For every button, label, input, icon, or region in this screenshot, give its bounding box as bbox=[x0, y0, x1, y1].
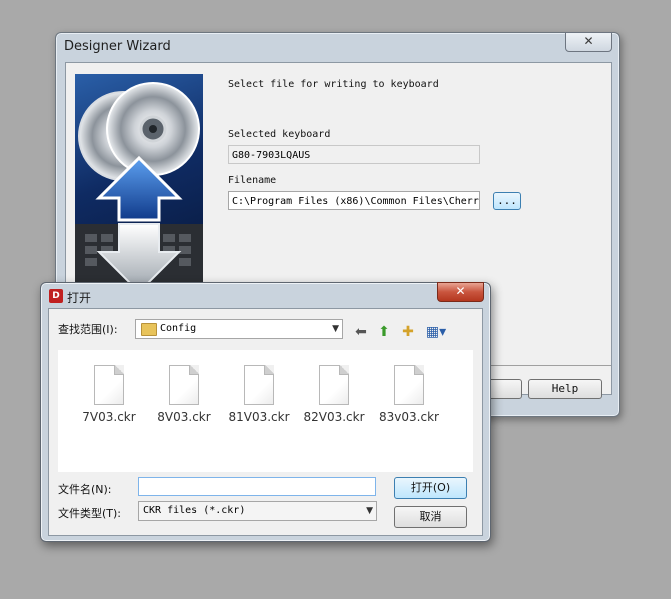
cancel-button[interactable]: 取消 bbox=[394, 506, 467, 528]
file-icon bbox=[319, 365, 349, 405]
chevron-down-icon: ▼ bbox=[366, 506, 373, 516]
cd-upload-illustration bbox=[75, 82, 203, 300]
selected-keyboard-field: G80-7903LQAUS bbox=[228, 145, 480, 164]
filename-input[interactable] bbox=[138, 477, 376, 496]
look-in-label: 查找范围(I): bbox=[58, 323, 118, 336]
file-item[interactable]: 82V03.ckr bbox=[299, 365, 369, 424]
file-name: 8V03.ckr bbox=[157, 410, 211, 424]
open-button[interactable]: 打开(O) bbox=[394, 477, 467, 499]
file-icon bbox=[394, 365, 424, 405]
filetype-select[interactable]: CKR files (*.ckr) ▼ bbox=[138, 501, 377, 521]
wizard-close-button[interactable]: ✕ bbox=[565, 32, 612, 52]
file-item[interactable]: 81V03.ckr bbox=[224, 365, 294, 424]
new-folder-icon[interactable]: ✚ bbox=[399, 323, 417, 341]
file-item[interactable]: 7V03.ckr bbox=[74, 365, 144, 424]
chevron-down-icon: ▼ bbox=[332, 324, 339, 334]
file-name: 7V03.ckr bbox=[82, 410, 136, 424]
app-logo-icon: D bbox=[49, 289, 63, 303]
dialog-close-button[interactable]: ✕ bbox=[437, 282, 484, 302]
filetype-label: 文件类型(T): bbox=[58, 507, 122, 520]
selected-keyboard-label: Selected keyboard bbox=[228, 129, 331, 140]
wizard-instruction: Select file for writing to keyboard bbox=[228, 79, 439, 90]
help-button[interactable]: Help bbox=[528, 379, 602, 399]
dialog-client-area: 查找范围(I): Config ▼ ⬅ ⬆ ✚ ▦▾ 7V03.ckr 8V03… bbox=[48, 308, 483, 536]
filename-label: 文件名(N): bbox=[58, 483, 112, 496]
filetype-value: CKR files (*.ckr) bbox=[143, 505, 246, 516]
open-file-dialog: D 打开 ✕ 查找范围(I): Config ▼ ⬅ ⬆ ✚ ▦▾ 7V03.c… bbox=[40, 282, 491, 542]
browse-button[interactable]: ... bbox=[493, 192, 521, 210]
file-name: 81V03.ckr bbox=[228, 410, 290, 424]
file-icon bbox=[244, 365, 274, 405]
close-icon: ✕ bbox=[583, 34, 594, 48]
file-icon bbox=[169, 365, 199, 405]
file-name: 82V03.ckr bbox=[303, 410, 365, 424]
close-icon: ✕ bbox=[455, 284, 466, 298]
file-icon bbox=[94, 365, 124, 405]
folder-icon bbox=[141, 323, 157, 336]
file-item[interactable]: 83v03.ckr bbox=[374, 365, 444, 424]
look-in-combo[interactable]: Config ▼ bbox=[135, 319, 343, 339]
up-folder-icon[interactable]: ⬆ bbox=[375, 323, 393, 341]
file-name: 83v03.ckr bbox=[379, 410, 439, 424]
file-list[interactable]: 7V03.ckr 8V03.ckr 81V03.ckr 82V03.ckr 83… bbox=[58, 350, 473, 472]
file-item[interactable]: 8V03.ckr bbox=[149, 365, 219, 424]
wizard-banner-image bbox=[75, 74, 203, 300]
look-in-value: Config bbox=[160, 323, 197, 334]
filename-input[interactable]: C:\Program Files (x86)\Common Files\Cher… bbox=[228, 191, 480, 210]
filename-label: Filename bbox=[228, 175, 277, 186]
back-icon[interactable]: ⬅ bbox=[352, 323, 370, 341]
dialog-title: 打开 bbox=[67, 291, 92, 305]
wizard-title: Designer Wizard bbox=[64, 39, 171, 54]
view-menu-icon[interactable]: ▦▾ bbox=[423, 323, 449, 341]
